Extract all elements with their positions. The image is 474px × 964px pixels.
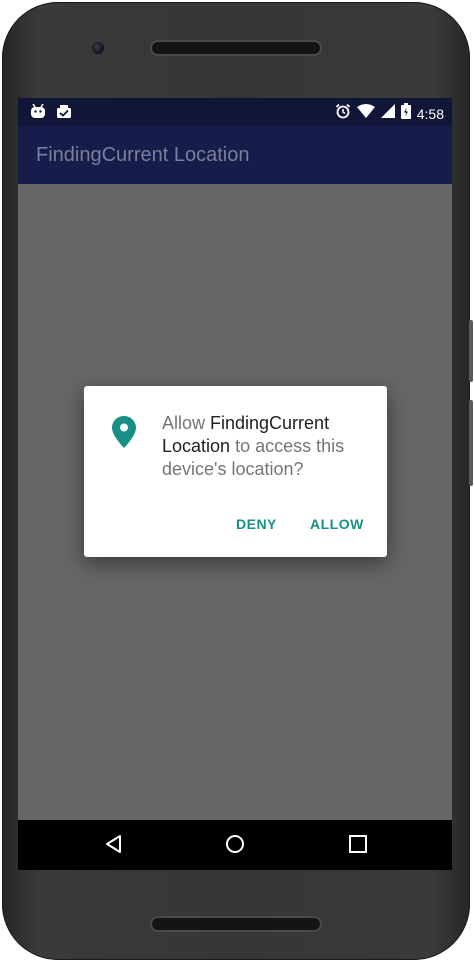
recents-icon[interactable] bbox=[348, 834, 368, 859]
home-icon[interactable] bbox=[225, 834, 245, 859]
battery-icon bbox=[400, 103, 411, 124]
deny-button[interactable]: DENY bbox=[236, 516, 277, 532]
top-speaker bbox=[152, 42, 320, 54]
volume-button bbox=[469, 400, 473, 486]
bottom-speaker bbox=[152, 918, 320, 930]
navigation-bar bbox=[18, 820, 452, 870]
wifi-icon bbox=[356, 104, 375, 123]
app-title: FindingCurrent Location bbox=[36, 144, 250, 166]
permission-message: Allow FindingCurrent Location to access … bbox=[162, 412, 374, 481]
signal-icon bbox=[380, 104, 395, 123]
screen: 4:58 FindingCurrent Location Allow Findi… bbox=[18, 98, 452, 870]
status-bar: 4:58 bbox=[18, 98, 452, 126]
app-bar: FindingCurrent Location bbox=[18, 126, 452, 184]
message-prefix: Allow bbox=[162, 413, 211, 433]
location-pin-icon bbox=[112, 416, 136, 453]
allow-button[interactable]: ALLOW bbox=[310, 516, 364, 532]
power-button bbox=[469, 320, 473, 382]
android-icon bbox=[30, 103, 46, 124]
clipboard-check-icon bbox=[56, 104, 72, 124]
front-camera bbox=[92, 42, 104, 54]
alarm-icon bbox=[335, 103, 351, 124]
status-time: 4:58 bbox=[416, 105, 444, 122]
permission-dialog: Allow FindingCurrent Location to access … bbox=[84, 386, 387, 557]
back-icon[interactable] bbox=[104, 834, 124, 859]
